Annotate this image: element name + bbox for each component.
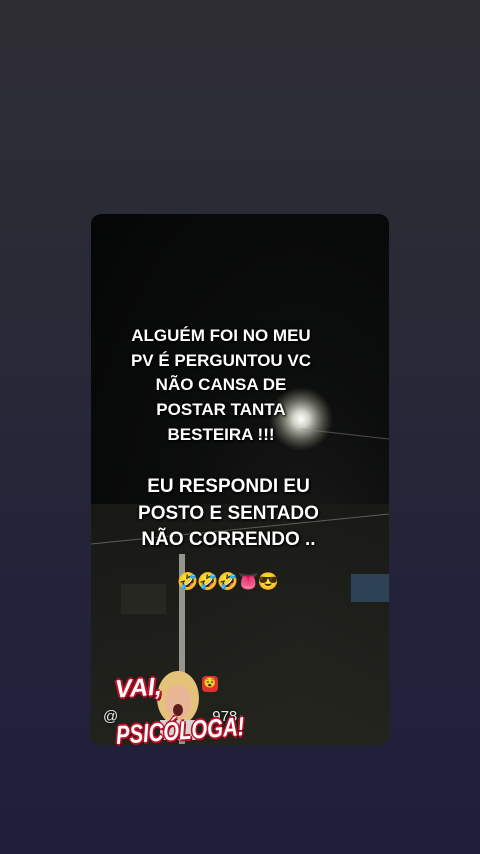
vai-psicologa-sticker: VAI, PSICÓLOGA! 😵 [112,668,245,764]
caption-emojis: 🤣🤣🤣👅😎 [177,572,279,591]
video-card[interactable]: ALGUÉM FOI NO MEU PV É PERGUNTOU VC NÃO … [91,214,389,745]
sticker-line1: VAI, [114,672,163,704]
caption-main: ALGUÉM FOI NO MEU PV É PERGUNTOU VC NÃO … [130,326,312,444]
emoji-badge-icon: 😵 [202,676,218,692]
caption-reply: EU RESPONDI EU POSTO E SENTADO NÃO CORRE… [138,476,319,551]
